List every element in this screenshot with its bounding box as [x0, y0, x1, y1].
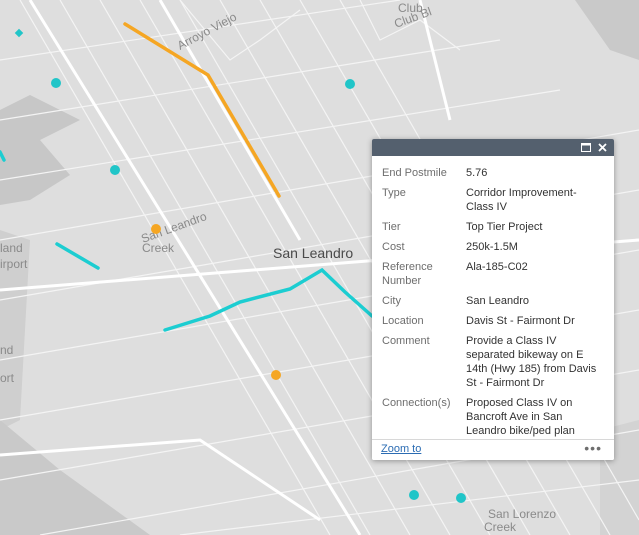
attr-row: Reference Number Ala-185-C02	[382, 258, 604, 292]
attr-key: End Postmile	[382, 167, 447, 179]
attr-value: Top Tier Project	[466, 221, 543, 233]
label-san-lorenzo: San Lorenzo	[488, 507, 556, 521]
label-edge-2: ort	[0, 371, 15, 385]
cyan-point-marker[interactable]	[51, 78, 61, 88]
label-oakland-partial: land	[0, 241, 23, 255]
attr-key: Cost	[382, 241, 405, 253]
popup-body: End Postmile 5.76 Type Corridor Improvemen…	[372, 156, 614, 442]
orange-point-marker[interactable]	[151, 224, 161, 234]
orange-point-marker[interactable]	[271, 370, 281, 380]
popup-footer: Zoom to •••	[372, 439, 614, 460]
attr-row: Tier Top Tier Project	[382, 218, 604, 238]
label-san-leandro-city: San Leandro	[273, 245, 353, 261]
feature-popup: End Postmile 5.76 Type Corridor Improvemen…	[372, 139, 614, 460]
attr-value: Davis St - Fairmont Dr	[466, 315, 575, 327]
attr-row: City San Leandro	[382, 292, 604, 312]
attr-value: San Leandro	[466, 295, 529, 307]
label-san-lorenzo-creek: Creek	[484, 520, 517, 534]
attr-row: Cost 250k-1.5M	[382, 238, 604, 258]
zoom-to-link[interactable]: Zoom to	[381, 443, 421, 455]
attr-row: Connection(s) Proposed Class IV on Bancro…	[382, 394, 604, 442]
more-actions-icon[interactable]: •••	[584, 440, 602, 456]
attr-key: City	[382, 295, 401, 307]
popup-header	[372, 139, 614, 156]
attr-key: Reference Number	[382, 261, 433, 287]
attr-key: Comment	[382, 335, 430, 347]
attr-row: End Postmile 5.76	[382, 164, 604, 184]
attr-value: 5.76	[466, 167, 488, 179]
attr-value: Proposed Class IV on Bancroft Ave in San…	[466, 397, 575, 437]
label-edge-1: nd	[0, 343, 13, 357]
attr-key: Location	[382, 315, 424, 327]
attr-key: Connection(s)	[382, 397, 451, 409]
attr-value: Ala-185-C02	[466, 261, 528, 273]
attr-value: Provide a Class IV separated bikeway on …	[466, 335, 597, 389]
label-airport-partial: irport	[0, 257, 28, 271]
cyan-point-marker[interactable]	[110, 165, 120, 175]
cyan-point-marker[interactable]	[409, 490, 419, 500]
attr-key: Type	[382, 187, 406, 199]
attr-row: Comment Provide a Class IV separated bike…	[382, 332, 604, 394]
maximize-icon[interactable]	[578, 139, 594, 156]
close-icon[interactable]	[594, 139, 610, 156]
cyan-point-marker[interactable]	[345, 79, 355, 89]
cyan-point-marker[interactable]	[456, 493, 466, 503]
attribute-table: End Postmile 5.76 Type Corridor Improvemen…	[382, 164, 604, 442]
attr-value: 250k-1.5M	[466, 241, 518, 253]
attr-row: Type Corridor Improvement- Class IV	[382, 184, 604, 218]
attr-value: Corridor Improvement- Class IV	[466, 187, 577, 213]
label-san-leandro-creek-2: Creek	[142, 241, 175, 255]
attr-row: Location Davis St - Fairmont Dr	[382, 312, 604, 332]
attr-key: Tier	[382, 221, 401, 233]
